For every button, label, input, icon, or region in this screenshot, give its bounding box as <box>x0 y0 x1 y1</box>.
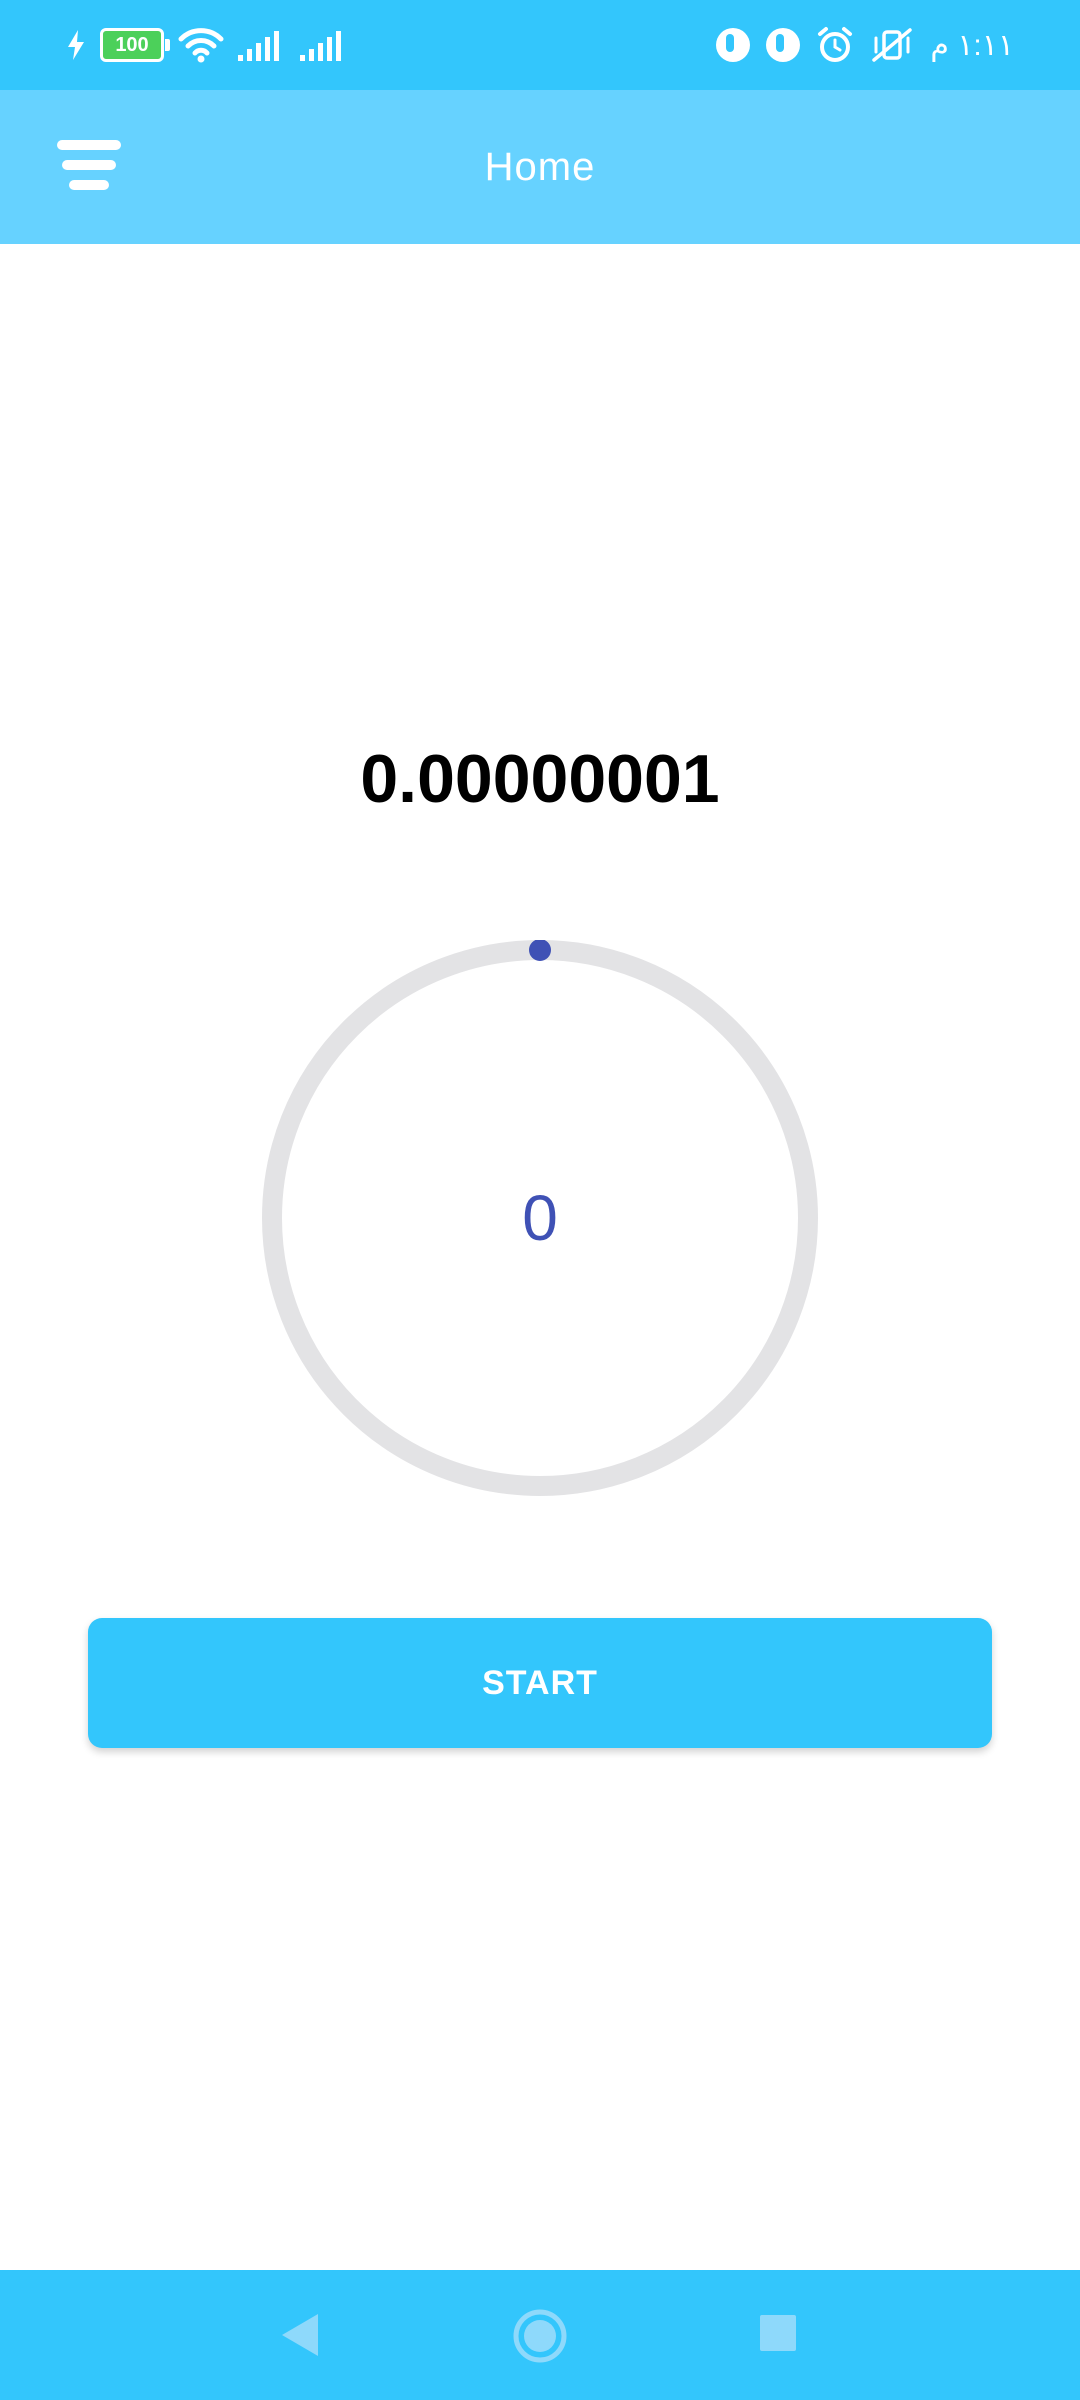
mute-icon <box>872 28 913 62</box>
charging-bolt-icon <box>68 30 84 60</box>
status-bar: 100 ١:١١ م <box>0 0 1080 90</box>
battery-icon: 100 <box>100 28 170 62</box>
page-title: Home <box>484 145 596 189</box>
balance-value: 0.00000001 <box>360 741 720 817</box>
status-left: 100 <box>66 0 348 90</box>
app-notification-icon <box>766 28 801 62</box>
status-right: ١:١١ م <box>716 0 1014 90</box>
timer-value: 0 <box>522 1182 558 1254</box>
signal-icon <box>300 31 341 61</box>
start-button[interactable]: START <box>88 1618 992 1748</box>
home-icon[interactable] <box>512 2308 568 2364</box>
alarm-icon <box>818 27 853 62</box>
battery-level: 100 <box>115 34 149 56</box>
navigation-bar <box>0 2270 1080 2400</box>
signal-icon <box>238 31 279 61</box>
app-bar: Home <box>0 90 1080 244</box>
back-icon[interactable] <box>280 2312 320 2358</box>
status-time: ١:١١ م <box>930 28 1014 62</box>
recents-icon[interactable] <box>760 2315 796 2351</box>
app-notification-icon <box>716 28 751 62</box>
wifi-icon <box>178 28 224 63</box>
